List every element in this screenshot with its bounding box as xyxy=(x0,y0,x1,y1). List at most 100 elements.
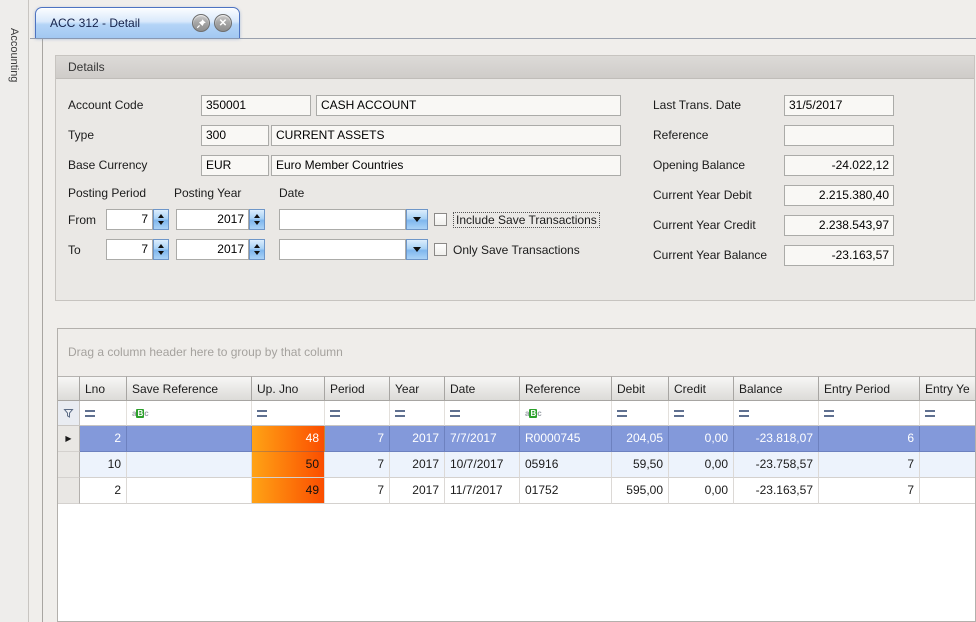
from-period-spinner[interactable] xyxy=(153,209,169,230)
cell-year[interactable]: 2017 xyxy=(390,426,445,452)
to-date-dropdown-button[interactable] xyxy=(406,239,428,260)
type-name-field[interactable]: CURRENT ASSETS xyxy=(271,125,621,146)
cell-up-jno[interactable]: 48 xyxy=(252,426,325,452)
from-date-field[interactable] xyxy=(279,209,406,230)
filter-cell-save-reference[interactable]: aBc xyxy=(127,401,252,426)
cell-date[interactable]: 7/7/2017 xyxy=(445,426,520,452)
filter-cell-up-jno[interactable] xyxy=(252,401,325,426)
column-header-entry-period[interactable]: Entry Period xyxy=(819,376,920,401)
column-header-period[interactable]: Period xyxy=(325,376,390,401)
cell-lno[interactable]: 10 xyxy=(80,452,127,478)
cell-balance[interactable]: -23.758,57 xyxy=(734,452,819,478)
to-year-field[interactable]: 2017 xyxy=(176,239,249,260)
filter-cell-period[interactable] xyxy=(325,401,390,426)
column-header-date[interactable]: Date xyxy=(445,376,520,401)
cell-entry-ye[interactable] xyxy=(920,452,976,478)
opening-balance-field[interactable]: -24.022,12 xyxy=(784,155,894,176)
include-save-transactions-checkbox[interactable] xyxy=(434,213,447,226)
include-save-transactions-option[interactable]: Include Save Transactions xyxy=(434,209,600,230)
cell-period[interactable]: 7 xyxy=(325,478,390,504)
cell-reference[interactable]: R0000745 xyxy=(520,426,612,452)
last-trans-date-field[interactable]: 31/5/2017 xyxy=(784,95,894,116)
cell-lno[interactable]: 2 xyxy=(80,426,127,452)
column-header-credit[interactable]: Credit xyxy=(669,376,734,401)
to-date-field[interactable] xyxy=(279,239,406,260)
column-header-entry-ye[interactable]: Entry Ye xyxy=(920,376,976,401)
column-header-balance[interactable]: Balance xyxy=(734,376,819,401)
cell-lno[interactable]: 2 xyxy=(80,478,127,504)
currency-name-field[interactable]: Euro Member Countries xyxy=(271,155,621,176)
cell-credit[interactable]: 0,00 xyxy=(669,426,734,452)
filter-cell-reference[interactable]: aBc xyxy=(520,401,612,426)
cell-debit[interactable]: 204,05 xyxy=(612,426,669,452)
to-period-spinner[interactable] xyxy=(153,239,169,260)
column-header-reference[interactable]: Reference xyxy=(520,376,612,401)
filter-cell-lno[interactable] xyxy=(80,401,127,426)
column-header-year[interactable]: Year xyxy=(390,376,445,401)
cell-debit[interactable]: 595,00 xyxy=(612,478,669,504)
from-period-field[interactable]: 7 xyxy=(106,209,153,230)
cell-balance[interactable]: -23.163,57 xyxy=(734,478,819,504)
current-year-debit-field[interactable]: 2.215.380,40 xyxy=(784,185,894,206)
to-period-field[interactable]: 7 xyxy=(106,239,153,260)
cell-year[interactable]: 2017 xyxy=(390,452,445,478)
cell-entry-ye[interactable] xyxy=(920,426,976,452)
only-save-transactions-option[interactable]: Only Save Transactions xyxy=(434,239,580,260)
cell-period[interactable]: 7 xyxy=(325,452,390,478)
currency-code-field[interactable]: EUR xyxy=(201,155,269,176)
cell-up-jno[interactable]: 49 xyxy=(252,478,325,504)
account-code-field[interactable]: 350001 xyxy=(201,95,311,116)
content-left-border xyxy=(42,38,43,622)
type-code-field[interactable]: 300 xyxy=(201,125,269,146)
filter-row-indicator[interactable] xyxy=(58,401,80,426)
cell-credit[interactable]: 0,00 xyxy=(669,478,734,504)
pin-button[interactable] xyxy=(192,14,210,32)
cell-save-reference[interactable] xyxy=(127,426,252,452)
column-header-debit[interactable]: Debit xyxy=(612,376,669,401)
close-button[interactable]: ✕ xyxy=(214,14,232,32)
group-by-panel[interactable]: Drag a column header here to group by th… xyxy=(58,329,975,376)
current-year-balance-field[interactable]: -23.163,57 xyxy=(784,245,894,266)
cell-debit[interactable]: 59,50 xyxy=(612,452,669,478)
filter-cell-entry-ye[interactable] xyxy=(920,401,976,426)
filter-cell-date[interactable] xyxy=(445,401,520,426)
focused-row-arrow-icon: ▶ xyxy=(65,426,71,451)
cell-period[interactable]: 7 xyxy=(325,426,390,452)
from-date-dropdown-button[interactable] xyxy=(406,209,428,230)
table-row[interactable]: 2497201711/7/201701752595,000,00-23.163,… xyxy=(58,478,975,504)
to-year-spinner[interactable] xyxy=(249,239,265,260)
only-save-transactions-checkbox[interactable] xyxy=(434,243,447,256)
cell-up-jno[interactable]: 50 xyxy=(252,452,325,478)
cell-save-reference[interactable] xyxy=(127,478,252,504)
tab-acc-312-detail[interactable]: ACC 312 - Detail ✕ xyxy=(35,7,240,38)
cell-date[interactable]: 10/7/2017 xyxy=(445,452,520,478)
from-year-spinner[interactable] xyxy=(249,209,265,230)
column-header-up-jno[interactable]: Up. Jno xyxy=(252,376,325,401)
filter-cell-balance[interactable] xyxy=(734,401,819,426)
sidebar-tab-accounting[interactable]: Accounting xyxy=(8,28,20,82)
column-header-lno[interactable]: Lno xyxy=(80,376,127,401)
table-row[interactable]: 10507201710/7/20170591659,500,00-23.758,… xyxy=(58,452,975,478)
from-year-field[interactable]: 2017 xyxy=(176,209,249,230)
column-header-save-reference[interactable]: Save Reference xyxy=(127,376,252,401)
current-year-credit-field[interactable]: 2.238.543,97 xyxy=(784,215,894,236)
cell-save-reference[interactable] xyxy=(127,452,252,478)
cell-credit[interactable]: 0,00 xyxy=(669,452,734,478)
filter-cell-debit[interactable] xyxy=(612,401,669,426)
cell-balance[interactable]: -23.818,07 xyxy=(734,426,819,452)
table-row[interactable]: ▶ 2 48720177/7/2017R0000745204,050,00-23.8… xyxy=(58,426,975,452)
account-name-field[interactable]: CASH ACCOUNT xyxy=(316,95,621,116)
cell-entry-period[interactable]: 7 xyxy=(819,452,920,478)
cell-entry-ye[interactable] xyxy=(920,478,976,504)
cell-reference[interactable]: 01752 xyxy=(520,478,612,504)
cell-entry-period[interactable]: 6 xyxy=(819,426,920,452)
pin-icon xyxy=(196,18,207,29)
filter-cell-entry-period[interactable] xyxy=(819,401,920,426)
reference-field[interactable] xyxy=(784,125,894,146)
cell-year[interactable]: 2017 xyxy=(390,478,445,504)
cell-entry-period[interactable]: 7 xyxy=(819,478,920,504)
filter-cell-credit[interactable] xyxy=(669,401,734,426)
cell-reference[interactable]: 05916 xyxy=(520,452,612,478)
cell-date[interactable]: 11/7/2017 xyxy=(445,478,520,504)
filter-cell-year[interactable] xyxy=(390,401,445,426)
